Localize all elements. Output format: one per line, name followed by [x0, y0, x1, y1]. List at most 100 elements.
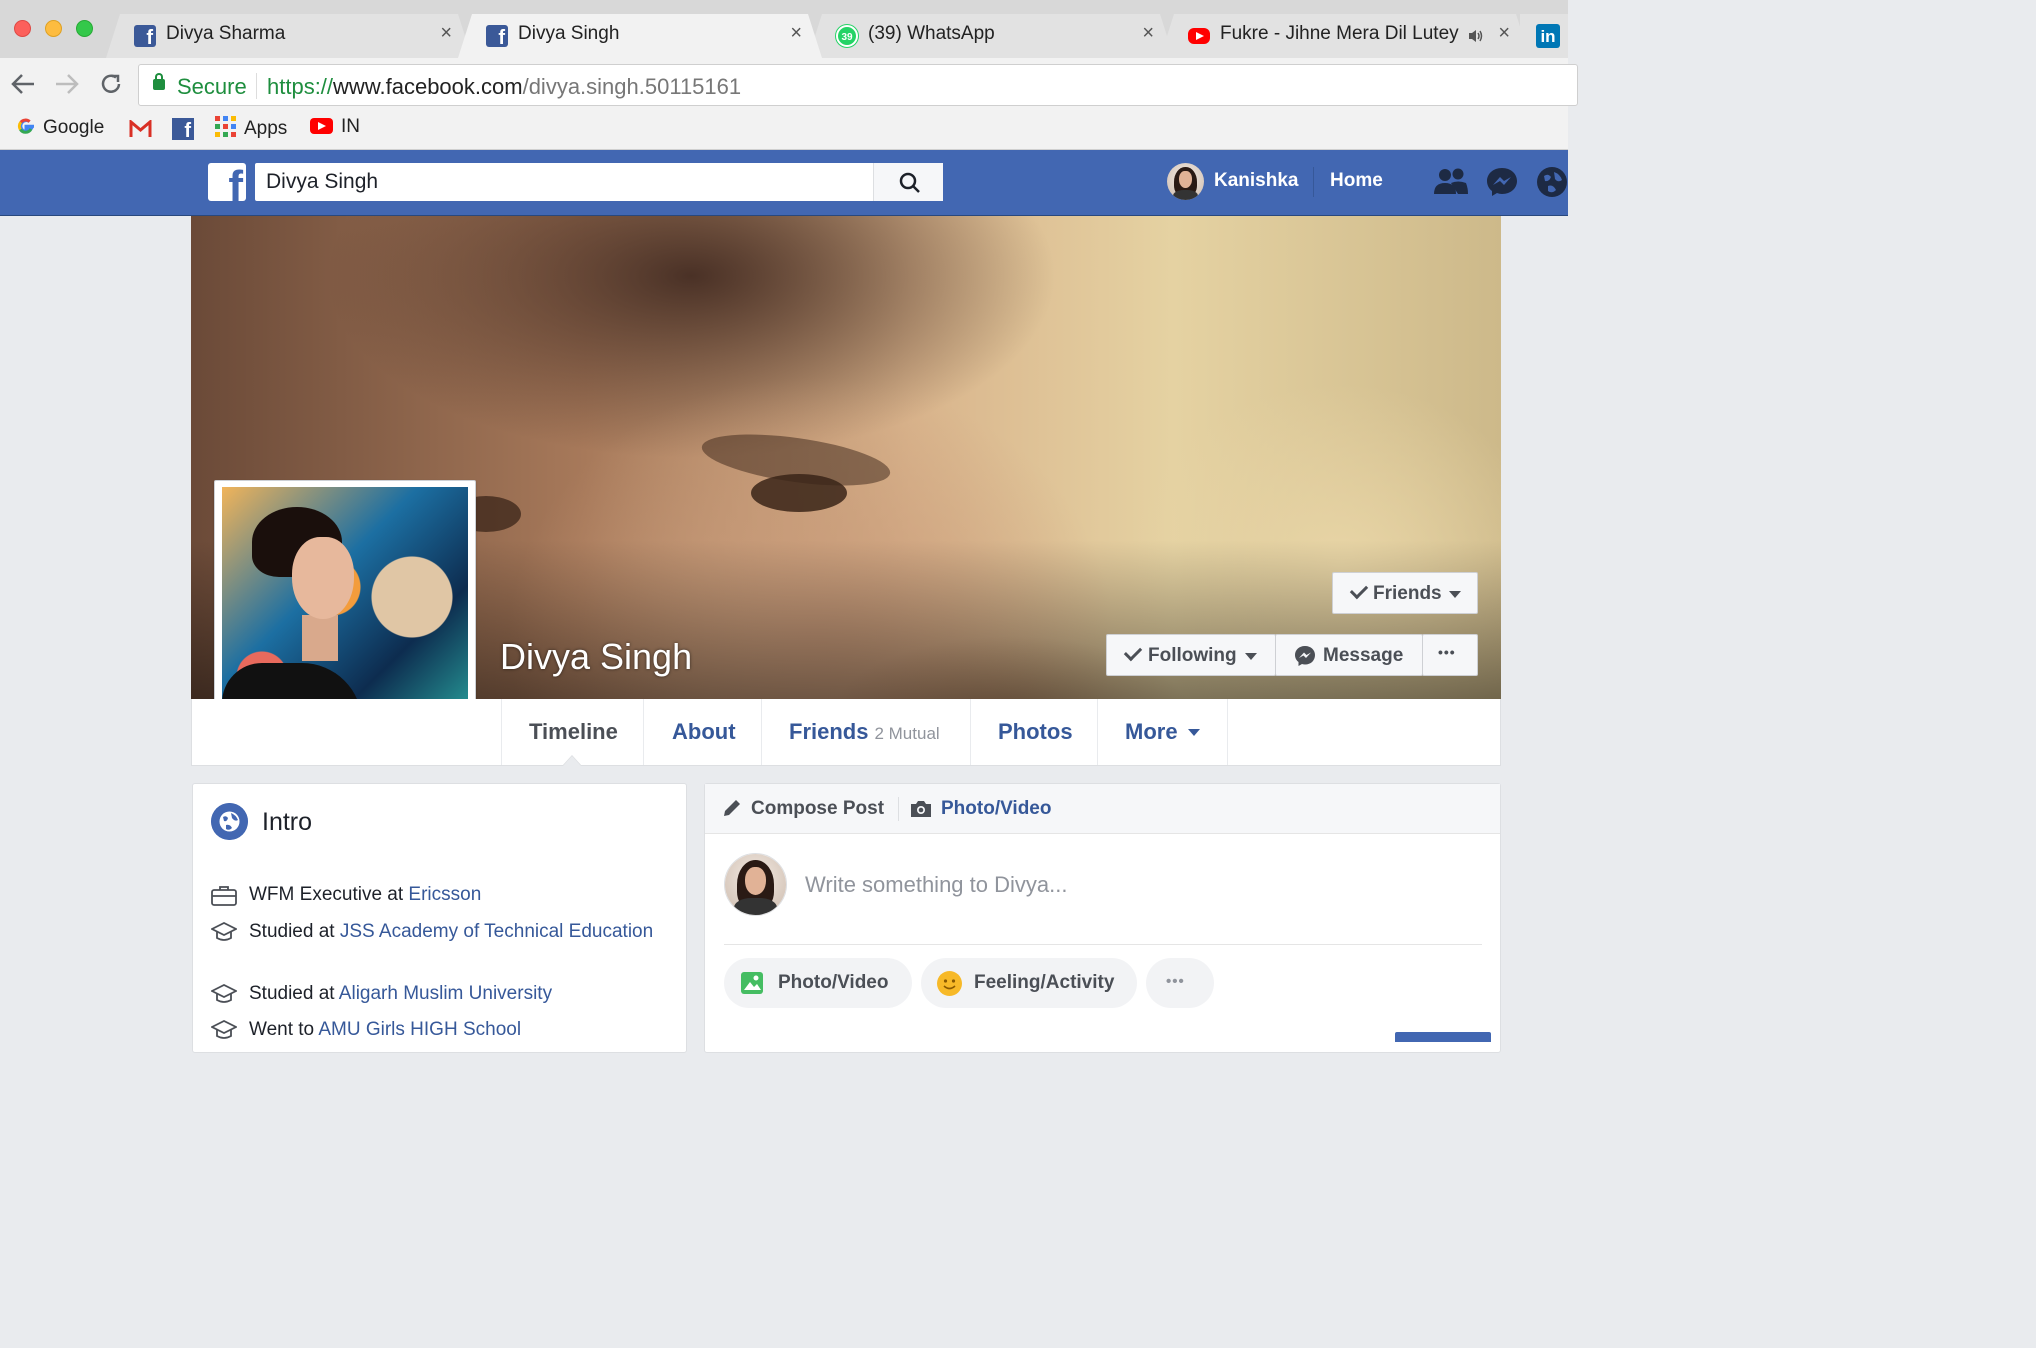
user-profile-link[interactable]: Kanishka: [1214, 170, 1298, 192]
tab-title: Divya Sharma: [166, 23, 286, 44]
url-scheme: https://: [267, 74, 334, 99]
secure-label: Secure: [177, 74, 247, 99]
search-icon: [899, 172, 920, 193]
back-arrow-icon[interactable]: [10, 72, 36, 96]
tab-title: (39) WhatsApp: [868, 23, 995, 44]
chevron-down-icon: [1449, 591, 1461, 598]
close-tab-icon[interactable]: ×: [790, 22, 802, 45]
friends-button-label: Friends: [1373, 583, 1442, 604]
user-avatar[interactable]: [1167, 163, 1204, 200]
messenger-icon[interactable]: [1486, 167, 1518, 197]
facebook-logo-icon[interactable]: f: [208, 163, 246, 201]
composer-avatar: [724, 853, 787, 916]
bookmark-google[interactable]: Google: [16, 116, 104, 139]
speaker-icon[interactable]: [1468, 29, 1484, 43]
smiley-icon: [937, 971, 962, 996]
bookmark-youtube-in[interactable]: IN: [310, 116, 360, 138]
facebook-icon: f: [486, 25, 508, 47]
compose-post-tab[interactable]: Compose Post: [751, 798, 884, 820]
youtube-icon: [310, 118, 333, 134]
facebook-bookmark-icon[interactable]: f: [172, 118, 194, 140]
tab-friends-label: Friends: [789, 719, 869, 744]
check-icon: [1349, 580, 1369, 600]
url-separator: [256, 73, 257, 99]
check-icon: [1123, 642, 1143, 662]
briefcase-icon: [211, 886, 237, 906]
message-button[interactable]: Message: [1275, 634, 1423, 676]
chevron-down-icon: [1188, 729, 1200, 736]
close-tab-icon[interactable]: ×: [440, 22, 452, 45]
bookmark-google-label: Google: [43, 117, 105, 138]
lock-icon: [153, 73, 165, 90]
close-tab-icon[interactable]: ×: [1498, 22, 1510, 45]
profile-tabs: Timeline About Friends 2 Mutual Photos Mo…: [191, 699, 1501, 766]
window-close-button[interactable]: [14, 20, 31, 37]
friend-requests-icon[interactable]: [1433, 166, 1469, 196]
facebook-search-input[interactable]: [255, 163, 869, 201]
bookmark-apps[interactable]: Apps: [215, 116, 287, 140]
search-button[interactable]: [873, 163, 943, 201]
intro-education-3-link[interactable]: AMU Girls HIGH School: [318, 1019, 521, 1040]
close-tab-icon[interactable]: ×: [1142, 22, 1154, 45]
feeling-activity-button[interactable]: Feeling/Activity: [921, 958, 1137, 1008]
address-bar[interactable]: Secure https://www.facebook.com/divya.si…: [138, 64, 1578, 106]
following-button[interactable]: Following: [1106, 634, 1276, 676]
tab-friends[interactable]: Friends 2 Mutual: [761, 699, 970, 765]
more-actions-button[interactable]: •••: [1146, 958, 1214, 1008]
composer-header-divider: [898, 797, 899, 821]
intro-work-link[interactable]: Ericsson: [408, 884, 481, 905]
bookmark-youtube-label: IN: [341, 116, 360, 137]
window-zoom-button[interactable]: [76, 20, 93, 37]
browser-tab-strip: f Divya Sharma × 39 (39) WhatsApp × Fukr…: [0, 0, 1568, 58]
profile-name[interactable]: Divya Singh: [500, 636, 692, 678]
tab-about-label: About: [672, 719, 736, 744]
gmail-icon[interactable]: [129, 120, 152, 138]
browser-tab-divya-sharma[interactable]: f Divya Sharma ×: [106, 14, 472, 58]
composer-input[interactable]: Write something to Divya...: [805, 872, 1067, 898]
intro-education-2-link[interactable]: Aligarh Muslim University: [339, 983, 552, 1004]
tab-timeline-label: Timeline: [529, 719, 618, 744]
browser-tab-divya-singh[interactable]: f Divya Singh ×: [458, 14, 822, 58]
composer-header: Compose Post Photo/Video: [705, 784, 1500, 834]
camera-icon: [911, 801, 931, 817]
tab-about[interactable]: About: [643, 699, 761, 765]
forward-arrow-icon[interactable]: [54, 72, 80, 96]
globe-icon: [211, 803, 248, 840]
photo-video-button-label: Photo/Video: [778, 972, 889, 993]
reload-icon[interactable]: [98, 71, 124, 97]
browser-tab-linkedin[interactable]: in: [1520, 14, 1568, 58]
photo-icon: [741, 972, 763, 994]
facebook-search: [255, 163, 943, 201]
intro-education-1-link[interactable]: JSS Academy of Technical Education: [340, 921, 653, 942]
notifications-globe-icon[interactable]: [1536, 166, 1568, 198]
apps-grid-icon: [215, 116, 236, 137]
more-actions-dots: •••: [1166, 973, 1185, 990]
mutual-friends-count: 2 Mutual: [874, 724, 940, 743]
url-text[interactable]: https://www.facebook.com/divya.singh.501…: [267, 74, 741, 100]
window-minimize-button[interactable]: [45, 20, 62, 37]
bookmark-apps-label: Apps: [244, 118, 288, 139]
tab-photos-label: Photos: [998, 719, 1073, 744]
intro-education-3-prefix: Went to: [249, 1019, 319, 1040]
youtube-icon: [1188, 28, 1210, 44]
bookmarks-bar: Google f Apps IN: [0, 110, 1568, 150]
post-button[interactable]: [1395, 1032, 1491, 1042]
more-options-button[interactable]: •••: [1422, 634, 1478, 676]
message-button-label: Message: [1323, 645, 1404, 666]
photo-video-tab[interactable]: Photo/Video: [941, 798, 1051, 820]
intro-education-1-prefix: Studied at: [249, 921, 340, 942]
tab-title: Fukre - Jihne Mera Dil Lutey: [1220, 23, 1459, 44]
home-link[interactable]: Home: [1330, 170, 1383, 192]
browser-tab-youtube[interactable]: Fukre - Jihne Mera Dil Lutey ×: [1160, 14, 1530, 58]
photo-video-button[interactable]: Photo/Video: [724, 958, 912, 1008]
tab-more[interactable]: More: [1097, 699, 1228, 765]
tab-photos[interactable]: Photos: [970, 699, 1097, 765]
browser-tab-whatsapp[interactable]: 39 (39) WhatsApp ×: [808, 14, 1174, 58]
composer-divider: [724, 944, 1482, 945]
intro-work-prefix: WFM Executive at: [249, 884, 409, 905]
tab-more-label: More: [1125, 719, 1178, 744]
friends-button[interactable]: Friends: [1332, 572, 1478, 614]
whatsapp-icon: 39: [836, 25, 858, 47]
pencil-icon: [724, 800, 740, 816]
following-button-label: Following: [1148, 645, 1237, 666]
